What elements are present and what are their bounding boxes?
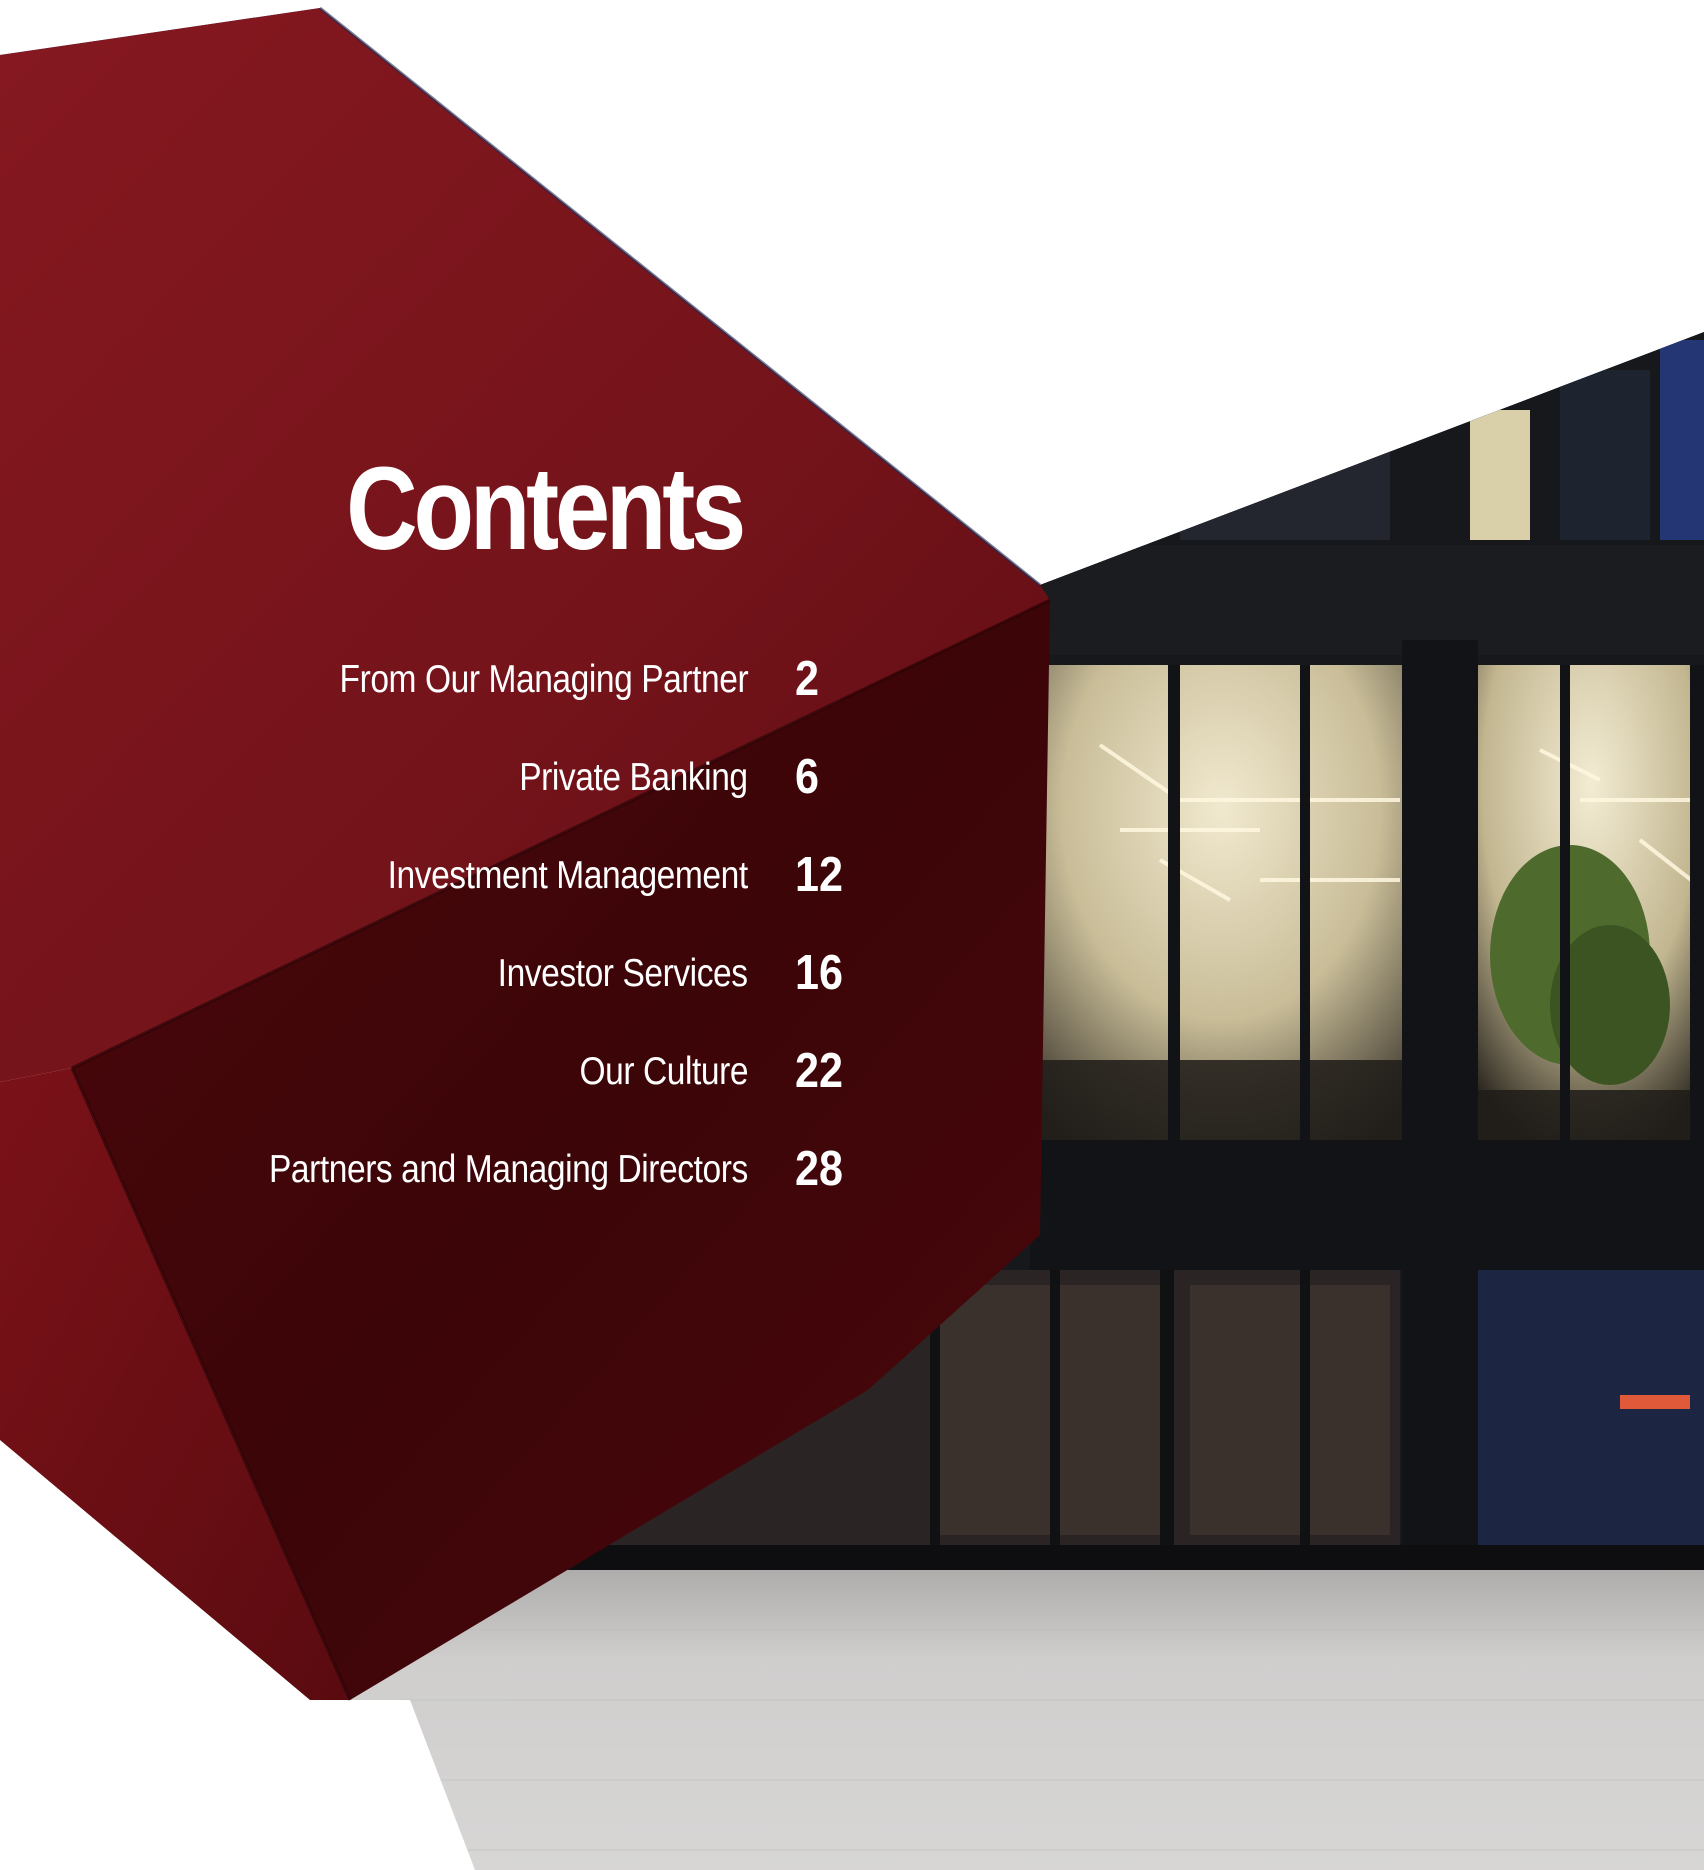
- toc-entry-managing-partner[interactable]: From Our Managing Partner 2: [0, 650, 1704, 710]
- toc-entry-page-number: 16: [795, 946, 843, 1000]
- toc-entry-partners-directors[interactable]: Partners and Managing Directors 28: [0, 1140, 1704, 1200]
- toc-entry-label: From Our Managing Partner: [339, 658, 748, 701]
- toc-entry-label: Investment Management: [387, 854, 749, 897]
- toc-entry-label: Private Banking: [519, 756, 749, 799]
- toc-entry-page-number: 6: [795, 750, 819, 804]
- toc-entry-page-number: 28: [795, 1142, 843, 1196]
- toc-entry-investment-management[interactable]: Investment Management 12: [0, 846, 1704, 906]
- toc-entry-label: Our Culture: [579, 1050, 748, 1093]
- toc-entry-page-number: 12: [795, 848, 843, 902]
- toc-entry-page-number: 2: [795, 652, 819, 706]
- toc-entry-our-culture[interactable]: Our Culture 22: [0, 1042, 1704, 1102]
- toc-entry-page-number: 22: [795, 1044, 843, 1098]
- cover-photo: [0, 6, 1704, 1870]
- page-title: Contents: [346, 443, 746, 575]
- toc-entry-investor-services[interactable]: Investor Services 16: [0, 944, 1704, 1004]
- toc-entry-label: Investor Services: [498, 952, 748, 995]
- toc-entry-label: Partners and Managing Directors: [269, 1148, 748, 1191]
- toc-entry-private-banking[interactable]: Private Banking 6: [0, 748, 1704, 808]
